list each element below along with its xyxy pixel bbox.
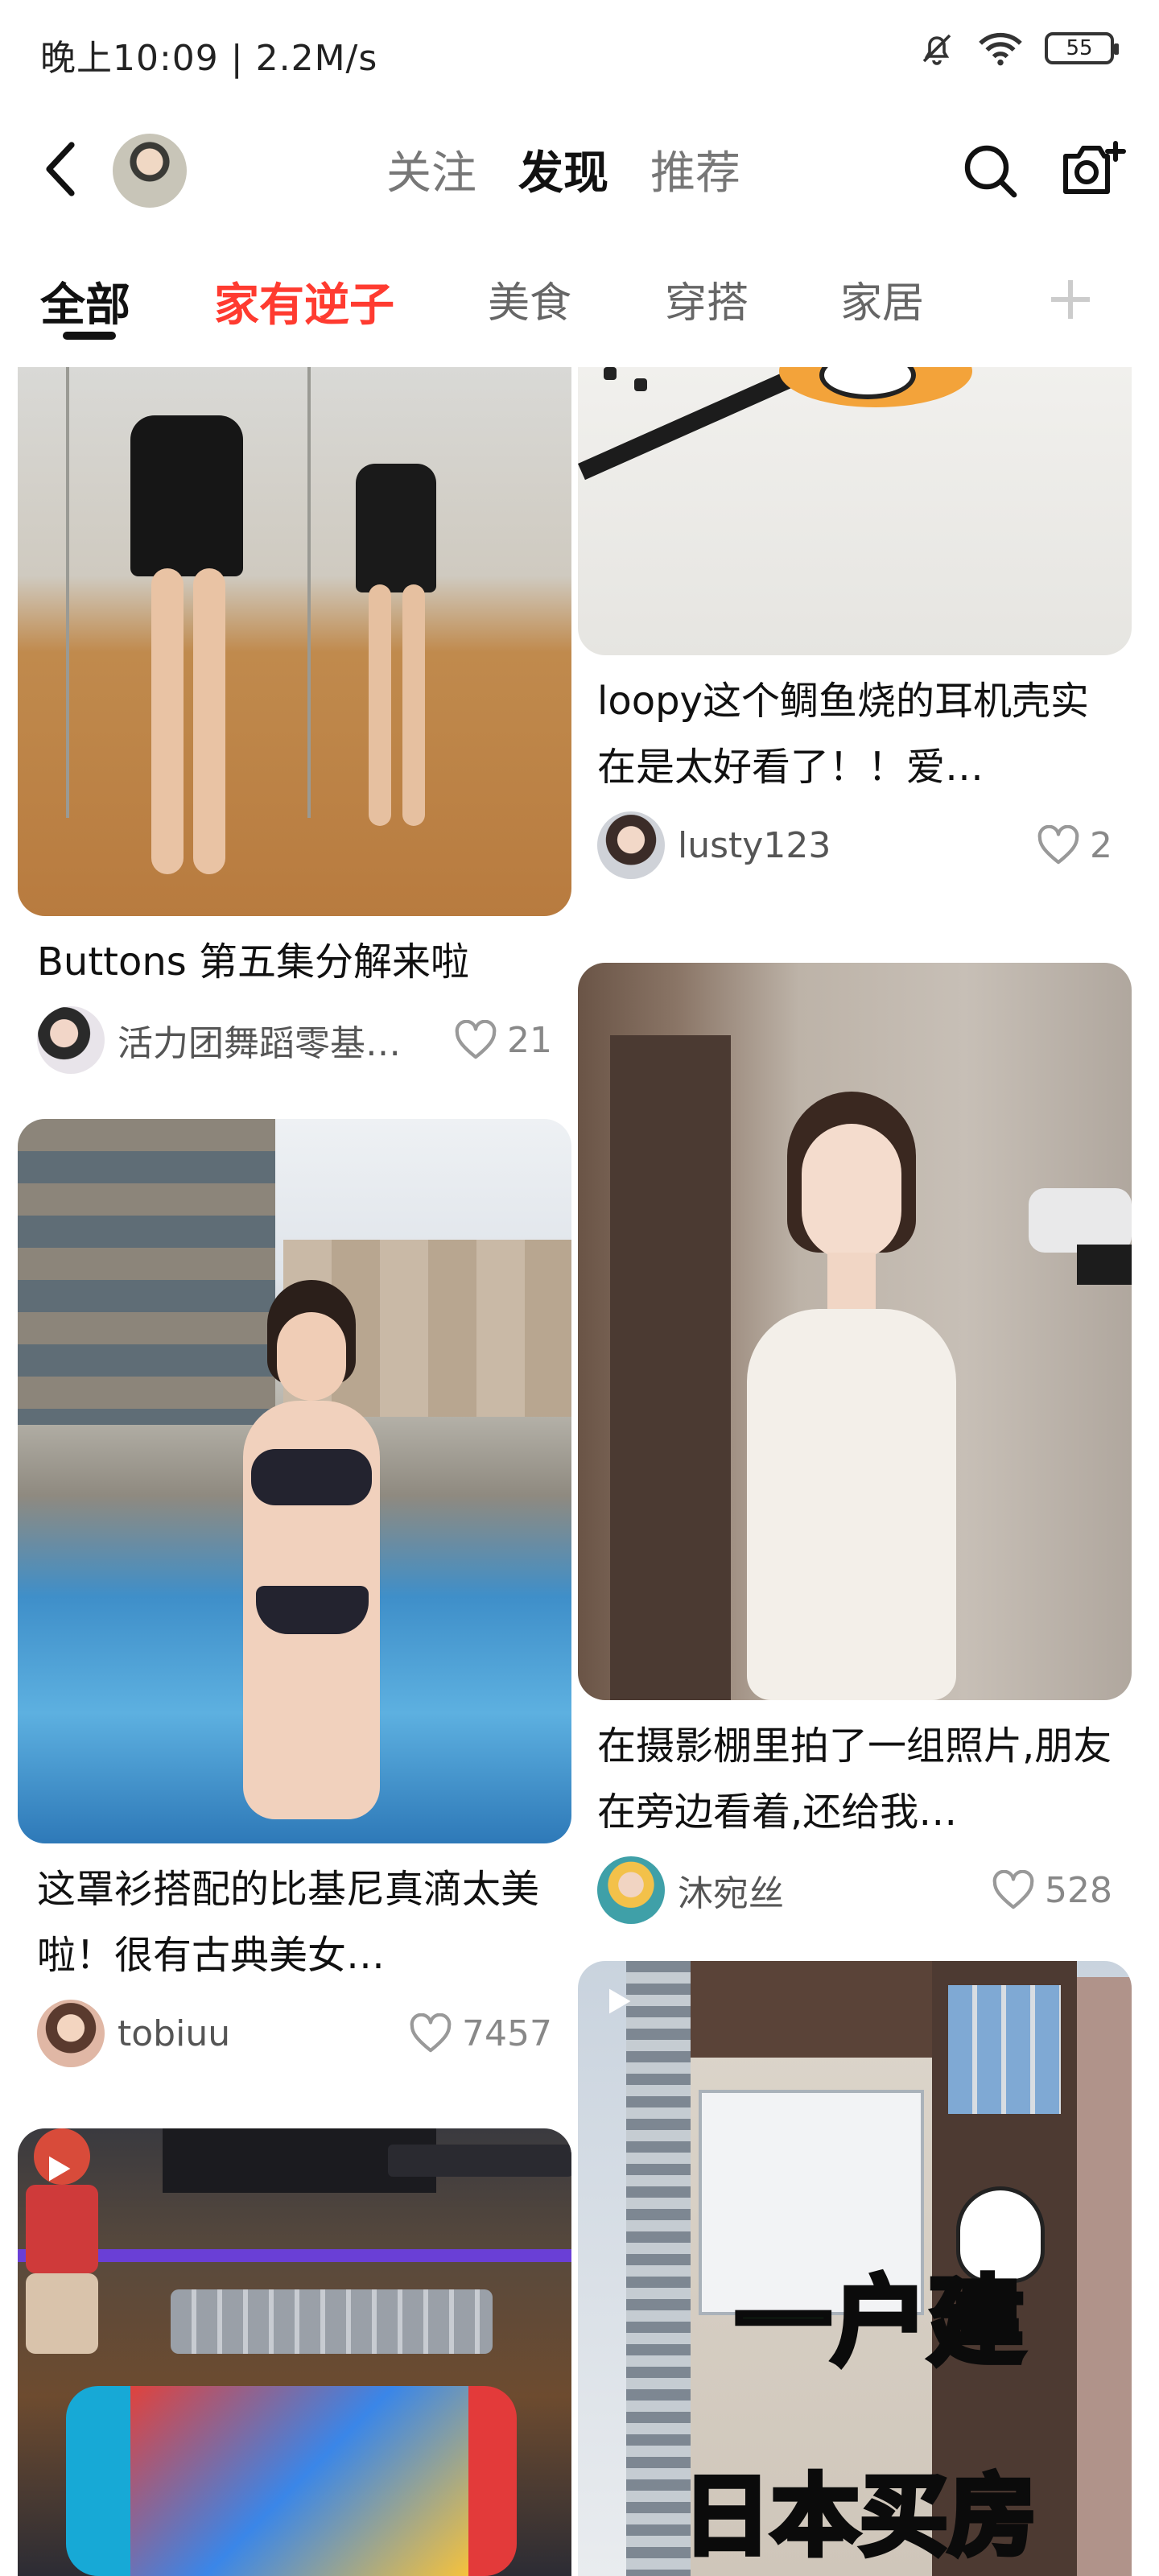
camera-icon	[1063, 141, 1126, 194]
card-image[interactable]	[18, 367, 571, 916]
feed-card[interactable]: 在摄影棚里拍了一组照片,朋友在旁边看着,还给我… 沐宛丝 528	[578, 963, 1132, 1929]
feed-card[interactable]: 一户建 日本买房	[578, 1961, 1132, 2576]
card-title: Buttons 第五集分解来啦	[37, 939, 470, 985]
like-count: 21	[507, 1019, 552, 1061]
battery-icon: 55	[1045, 32, 1119, 64]
author-avatar[interactable]	[37, 2000, 105, 2067]
swimmer-figure	[219, 1280, 396, 1843]
status-time: 晚上10:09 | 2.2M/s	[40, 38, 378, 79]
category-home[interactable]: 家居	[840, 269, 924, 329]
camera-prop	[1029, 1188, 1132, 1285]
back-arrow-icon	[46, 142, 75, 196]
like-button[interactable]: 2	[1037, 825, 1112, 866]
camera-button[interactable]	[1059, 137, 1127, 201]
author-avatar[interactable]	[37, 1006, 105, 1074]
card-image[interactable]	[578, 367, 1132, 655]
mute-bell-icon	[922, 34, 951, 65]
wifi-icon	[979, 32, 1022, 66]
card-image[interactable]: 一户建 日本买房	[578, 1961, 1132, 2576]
card-meta: 活力团舞蹈零基… 21	[18, 1001, 571, 1079]
card-meta: 沐宛丝 528	[578, 1852, 1132, 1929]
category-family[interactable]: 家有逆子	[214, 269, 394, 334]
main-tabs: 关注 发现 推荐	[386, 137, 740, 202]
play-icon	[609, 1988, 631, 2014]
like-count: 7457	[462, 2013, 552, 2054]
category-active-indicator	[63, 332, 116, 340]
card-meta: tobiuu 7457	[18, 1995, 571, 2072]
category-outfit[interactable]: 穿搭	[665, 269, 749, 329]
author-avatar[interactable]	[597, 1856, 665, 1924]
status-bar: 晚上10:09 | 2.2M/s 55	[0, 0, 1159, 105]
feed-card[interactable]	[18, 2128, 571, 2576]
author-name[interactable]: 活力团舞蹈零基…	[118, 1014, 441, 1066]
card-meta: lusty123 2	[578, 807, 1132, 884]
portrait-figure	[715, 1092, 988, 1700]
card-title: 这罩衫搭配的比基尼真滴太美啦！很有古典美女…	[37, 1867, 540, 1978]
tab-discover[interactable]: 发现	[518, 137, 608, 202]
user-avatar[interactable]	[113, 134, 187, 208]
dancer-figure	[340, 431, 452, 850]
category-food[interactable]: 美食	[488, 269, 571, 329]
like-button[interactable]: 21	[454, 1020, 552, 1061]
tab-follow[interactable]: 关注	[386, 137, 476, 202]
heart-icon	[992, 1870, 1034, 1909]
battery-level: 55	[1066, 36, 1093, 60]
card-image[interactable]	[18, 1119, 571, 1843]
plus-icon	[1051, 280, 1090, 319]
back-button[interactable]	[32, 137, 89, 201]
overlay-text-main: 一户建	[732, 2264, 1027, 2381]
tab-recommend[interactable]: 推荐	[650, 137, 740, 202]
search-icon	[964, 145, 1017, 198]
feed: Buttons 第五集分解来啦 活力团舞蹈零基… 21 这罩衫搭配的比基尼真滴太…	[0, 367, 1159, 2576]
like-count: 2	[1090, 824, 1112, 866]
heart-icon	[410, 2013, 452, 2053]
add-category-button[interactable]	[1046, 275, 1095, 324]
overlay-text-sub: 日本买房	[680, 2462, 1039, 2570]
search-button[interactable]	[958, 138, 1022, 203]
dancer-figure	[106, 367, 267, 916]
like-button[interactable]: 528	[992, 1870, 1112, 1911]
like-button[interactable]: 7457	[409, 2013, 552, 2054]
category-all[interactable]: 全部	[40, 269, 130, 334]
author-name[interactable]: lusty123	[678, 825, 1024, 866]
like-count: 528	[1045, 1869, 1112, 1911]
top-header: 关注 发现 推荐	[0, 113, 1159, 225]
card-image[interactable]	[18, 2128, 571, 2576]
heart-icon	[455, 1020, 497, 1059]
feed-card[interactable]: Buttons 第五集分解来啦 活力团舞蹈零基… 21	[18, 367, 571, 1079]
feed-card[interactable]: loopy这个鲷鱼烧的耳机壳实在是太好看了！！爱… lusty123 2	[578, 367, 1132, 884]
play-icon	[49, 2156, 71, 2182]
card-title: loopy这个鲷鱼烧的耳机壳实在是太好看了！！爱…	[597, 679, 1089, 790]
category-bar: 全部 家有逆子 美食 穿搭 家居	[0, 258, 1159, 346]
author-name[interactable]: 沐宛丝	[678, 1864, 979, 1916]
status-icons: 55	[918, 29, 1119, 68]
author-name[interactable]: tobiuu	[118, 2013, 396, 2054]
feed-card[interactable]: 这罩衫搭配的比基尼真滴太美啦！很有古典美女… tobiuu 7457	[18, 1119, 571, 2072]
card-image[interactable]	[578, 963, 1132, 1700]
author-avatar[interactable]	[597, 811, 665, 879]
switch-console	[66, 2338, 517, 2576]
card-title: 在摄影棚里拍了一组照片,朋友在旁边看着,还给我…	[597, 1724, 1112, 1835]
heart-icon	[1037, 825, 1079, 865]
